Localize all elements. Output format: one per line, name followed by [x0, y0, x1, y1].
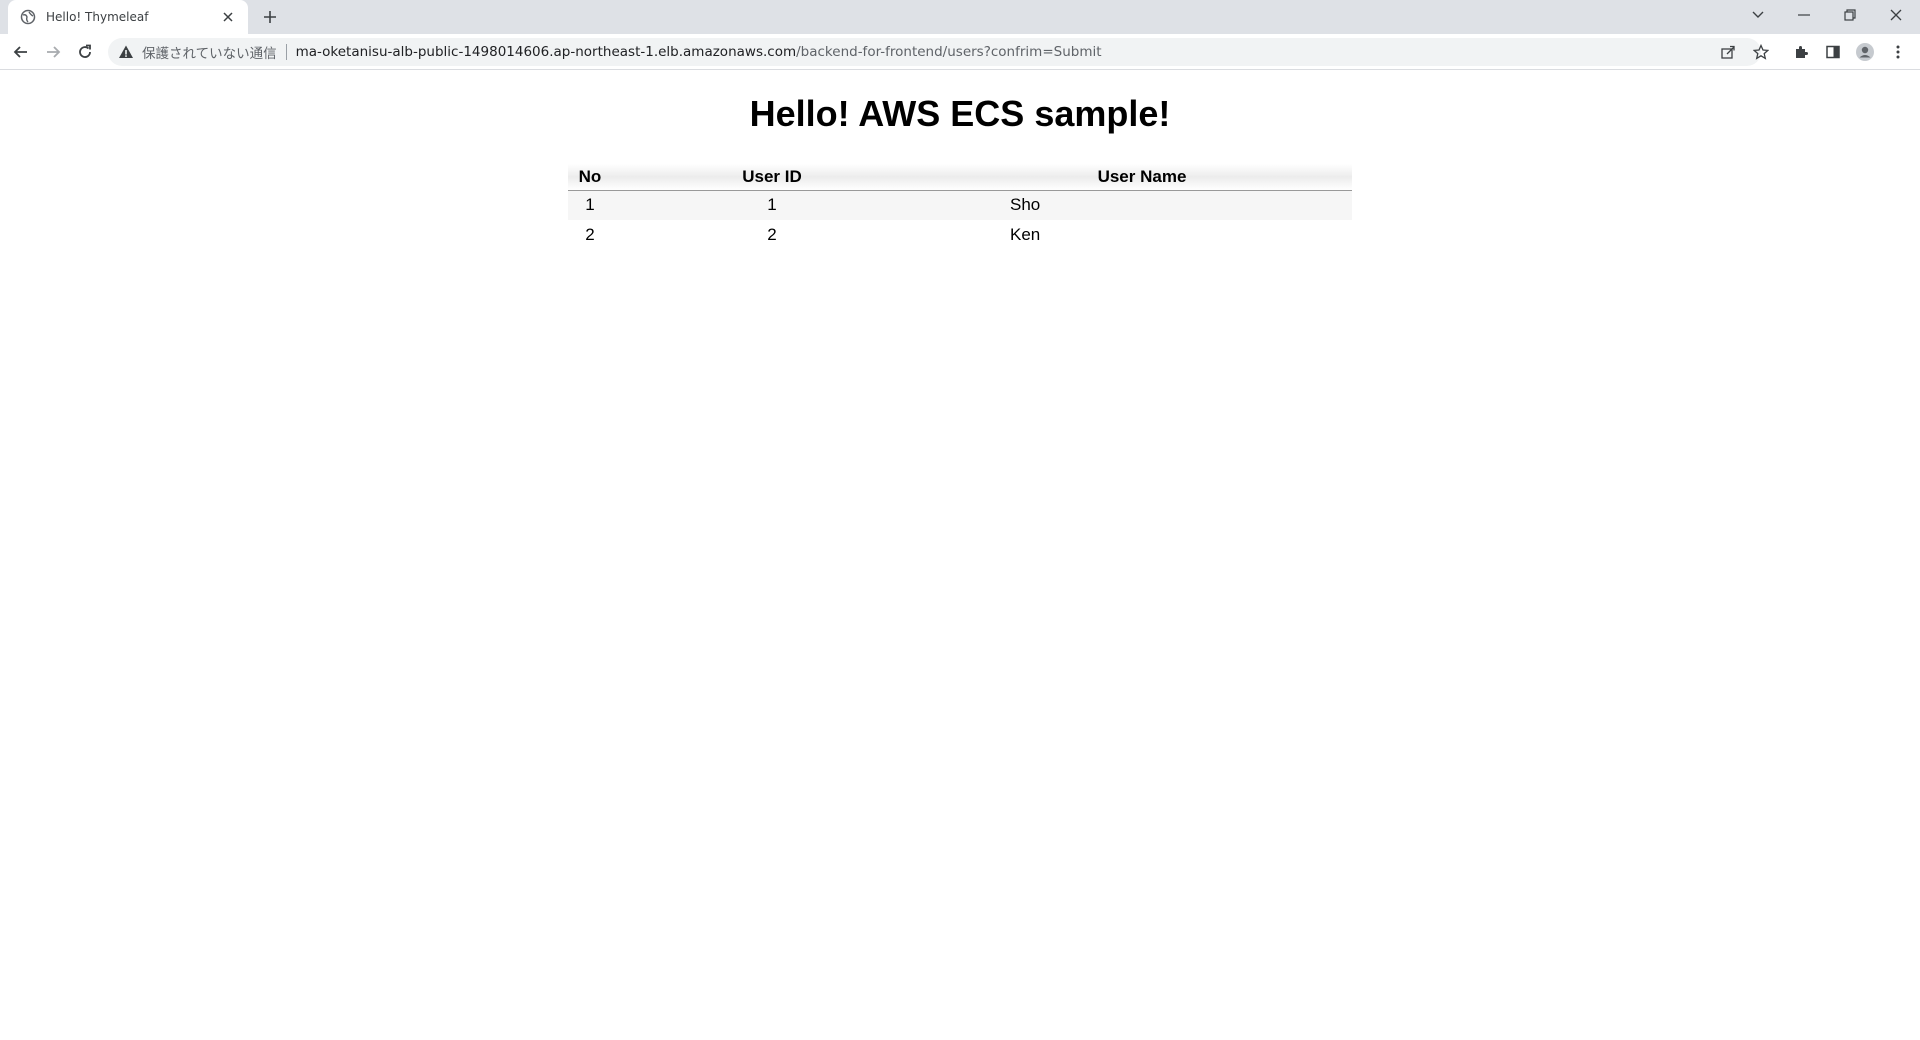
- table-header-row: No User ID User Name: [568, 164, 1352, 191]
- minimize-icon[interactable]: [1782, 0, 1826, 30]
- url-text[interactable]: ma-oketanisu-alb-public-1498014606.ap-no…: [296, 44, 1102, 60]
- page-content: Hello! AWS ECS sample! No User ID User N…: [0, 71, 1920, 1040]
- tab-search-icon[interactable]: [1736, 0, 1780, 30]
- menu-kebab-icon[interactable]: [1886, 40, 1910, 64]
- side-panel-icon[interactable]: [1821, 40, 1845, 64]
- globe-icon: [20, 9, 36, 25]
- extensions-puzzle-icon[interactable]: [1789, 40, 1813, 64]
- forward-arrow-icon[interactable]: [39, 38, 67, 66]
- browser-tab[interactable]: Hello! Thymeleaf: [8, 0, 248, 34]
- table-row: 2 2 Ken: [568, 220, 1352, 250]
- url-host: ma-oketanisu-alb-public-1498014606.ap-no…: [295, 44, 797, 60]
- close-tab-icon[interactable]: [218, 7, 238, 27]
- header-no: No: [568, 164, 612, 191]
- cell-user-name: Ken: [1010, 225, 1041, 244]
- address-bar[interactable]: 保護されていない通信 ma-oketanisu-alb-public-14980…: [108, 38, 1761, 66]
- header-user-name: User Name: [932, 164, 1352, 191]
- bookmark-star-icon[interactable]: [1749, 40, 1773, 64]
- users-table: No User ID User Name 1 1 Sho 2 2 Ken: [568, 164, 1352, 250]
- tab-strip: Hello! Thymeleaf: [0, 0, 1920, 34]
- profile-avatar-icon[interactable]: [1853, 40, 1877, 64]
- new-tab-icon[interactable]: [258, 5, 282, 29]
- share-icon[interactable]: [1716, 40, 1740, 64]
- security-status-label[interactable]: 保護されていない通信: [142, 42, 277, 62]
- cell-no: 1: [585, 195, 595, 215]
- close-window-icon[interactable]: [1874, 0, 1918, 30]
- reload-icon[interactable]: [71, 38, 99, 66]
- warning-icon[interactable]: [118, 44, 134, 60]
- back-arrow-icon[interactable]: [7, 38, 35, 66]
- cell-no: 2: [585, 225, 595, 244]
- omnibox-divider: [285, 44, 287, 60]
- url-path: /backend-for-frontend/users?confrim=Subm…: [796, 44, 1102, 60]
- cell-user-name: Sho: [1010, 195, 1041, 215]
- browser-toolbar: 保護されていない通信 ma-oketanisu-alb-public-14980…: [0, 34, 1920, 70]
- page-title: Hello! AWS ECS sample!: [749, 93, 1171, 134]
- tab-title: Hello! Thymeleaf: [46, 10, 149, 24]
- table-row: 1 1 Sho: [568, 190, 1352, 220]
- cell-user-id: 1: [767, 195, 777, 215]
- header-user-id: User ID: [612, 164, 932, 191]
- cell-user-id: 2: [767, 225, 777, 244]
- restore-icon[interactable]: [1828, 0, 1872, 30]
